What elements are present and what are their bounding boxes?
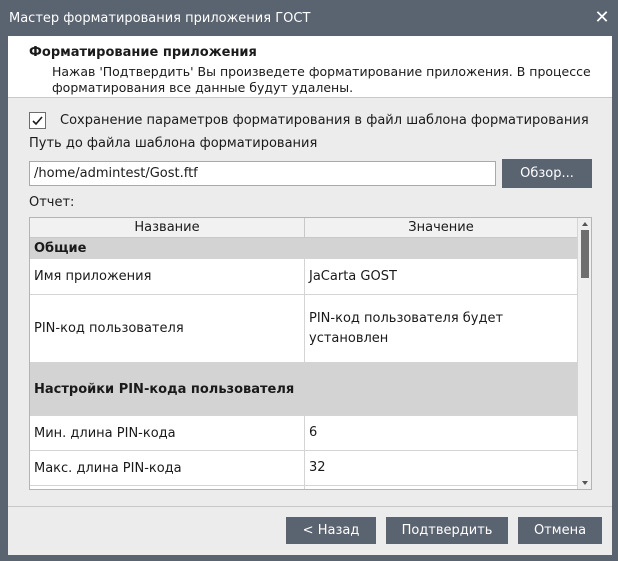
dialog-window: Мастер форматирования приложения ГОСТ ✕ … bbox=[0, 0, 618, 561]
column-header-name[interactable]: Название bbox=[30, 218, 305, 238]
section-title: Настройки PIN-кода пользователя bbox=[34, 381, 295, 397]
chevron-down-icon[interactable] bbox=[578, 477, 591, 489]
chevron-up-icon[interactable] bbox=[578, 218, 591, 230]
row-name: Имя приложения bbox=[30, 259, 305, 294]
report-rows: Общие Имя приложения JaCarta GOST PIN-ко… bbox=[30, 238, 577, 489]
page-description: Нажав 'Подтвердить' Вы произведете форма… bbox=[52, 64, 591, 95]
title-bar[interactable]: Мастер форматирования приложения ГОСТ ✕ bbox=[0, 0, 618, 36]
table-row[interactable]: PIN-код пользователя PIN-код пользовател… bbox=[30, 295, 577, 363]
row-name: Мин. длина PIN-кода bbox=[30, 416, 305, 450]
browse-button[interactable]: Обзор... bbox=[502, 159, 592, 188]
report-table: Название Значение Общие Имя приложения J… bbox=[29, 217, 592, 490]
report-scrollbar[interactable] bbox=[577, 218, 591, 489]
template-path-label: Путь до файла шаблона форматирования bbox=[29, 136, 318, 151]
scrollbar-thumb[interactable] bbox=[581, 230, 589, 278]
header-panel: Форматирование приложения Нажав 'Подтвер… bbox=[8, 36, 612, 98]
row-name: Макс. длина PIN-кода bbox=[30, 451, 305, 485]
table-row-section[interactable]: Общие bbox=[30, 238, 577, 259]
row-value: 6 bbox=[309, 425, 318, 440]
page-title: Форматирование приложения bbox=[29, 45, 257, 60]
row-name bbox=[30, 486, 305, 489]
table-row-section[interactable]: Настройки PIN-кода пользователя bbox=[30, 363, 577, 416]
row-value bbox=[305, 486, 577, 489]
back-button[interactable]: < Назад bbox=[286, 517, 376, 544]
table-row[interactable]: Имя приложения JaCarta GOST bbox=[30, 259, 577, 295]
template-path-input[interactable] bbox=[29, 161, 496, 186]
close-icon[interactable]: ✕ bbox=[590, 6, 614, 30]
window-title: Мастер форматирования приложения ГОСТ bbox=[9, 11, 311, 26]
confirm-button[interactable]: Подтвердить bbox=[386, 517, 508, 544]
table-row[interactable] bbox=[30, 486, 577, 489]
cancel-button[interactable]: Отмена bbox=[518, 517, 602, 544]
row-name: PIN-код пользователя bbox=[30, 295, 305, 362]
row-value: JaCarta GOST bbox=[309, 268, 397, 284]
row-value: 32 bbox=[309, 460, 326, 475]
save-template-label: Сохранение параметров форматирования в ф… bbox=[60, 113, 589, 128]
table-row[interactable]: Мин. длина PIN-кода 6 bbox=[30, 416, 577, 451]
table-row[interactable]: Макс. длина PIN-кода 32 bbox=[30, 451, 577, 486]
dialog-client-area: Форматирование приложения Нажав 'Подтвер… bbox=[8, 36, 612, 555]
row-value: PIN-код пользователя будет установлен bbox=[309, 310, 504, 346]
dialog-footer: < Назад Подтвердить Отмена bbox=[8, 506, 612, 555]
column-header-value[interactable]: Значение bbox=[305, 218, 577, 238]
save-template-checkbox[interactable] bbox=[29, 112, 46, 129]
section-title: Общие bbox=[34, 240, 87, 256]
report-label: Отчет: bbox=[29, 195, 75, 210]
check-icon bbox=[32, 116, 43, 126]
